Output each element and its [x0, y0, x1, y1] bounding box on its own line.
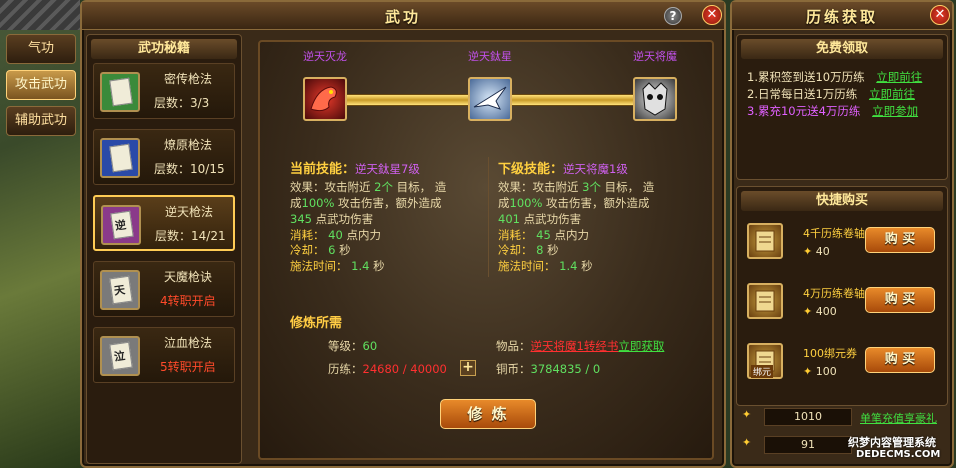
experience-window-title: 历练获取 [805, 8, 878, 26]
quick-buy-panel: 快捷购买 4千历练卷轴 ✦ 40 购 买 4万历练卷轴 ✦ 400 购 买 绑元… [736, 186, 948, 406]
current-skill-cooldown: 冷却： 6 秒 [290, 243, 351, 257]
next-skill-heading: 下级技能：逆天将魔1级 [498, 162, 628, 177]
skill-name: 燎原枪法 [164, 138, 213, 152]
dragon-icon[interactable] [303, 77, 347, 121]
required-copper: 铜币：3784835 / 0 [496, 362, 601, 376]
quick-buy-title: 快捷购买 [741, 191, 943, 211]
watermark-text: 织梦内容管理系统 [848, 436, 936, 449]
skill-name: 泣血枪法 [164, 336, 213, 350]
close-icon[interactable]: ✕ [930, 5, 950, 25]
next-skill-cast: 施法时间： 1.4 秒 [498, 259, 593, 273]
free-claim-text: 2.日常每日送1万历练 [747, 87, 858, 101]
requirements-title: 修炼所需 [290, 316, 343, 331]
required-level: 等级：60 [328, 339, 378, 353]
skill-level: 层数：3/3 [154, 96, 210, 110]
balance-field-1: 1010 [764, 408, 852, 426]
tab-qigong[interactable]: 气功 [6, 34, 76, 64]
free-claim-link[interactable]: 立即前往 [869, 87, 915, 101]
skill-book-panel-title: 武功秘籍 [91, 39, 237, 59]
skill-card[interactable]: 逆 逆天枪法 层数：14/21 [93, 195, 235, 251]
scroll-icon[interactable]: 绑元 [747, 343, 783, 379]
star-bird-icon[interactable] [468, 77, 512, 121]
recharge-gift-link[interactable]: 单笔充值享豪礼 [860, 410, 937, 426]
skills-window-title: 武功 [384, 8, 421, 26]
scroll-icon[interactable] [747, 223, 783, 259]
current-skill-effect-3: 345 点武功伤害 [290, 212, 374, 226]
skill-card[interactable]: 泣 泣血枪法 5转职开启 [93, 327, 235, 383]
item-price: ✦ 100 [803, 365, 837, 378]
skill-book-icon [100, 138, 140, 178]
help-icon[interactable]: ? [664, 7, 682, 25]
skill-unlock-requirement: 5转职开启 [160, 360, 216, 374]
next-skill-cooldown: 冷却： 8 秒 [498, 243, 559, 257]
free-claim-title: 免费领取 [741, 39, 943, 59]
next-skill-cost: 消耗： 45 点内力 [498, 228, 589, 242]
skill-book-icon: 逆 [101, 205, 141, 245]
skill-card[interactable]: 燎原枪法 层数：10/15 [93, 129, 235, 185]
background-roof [0, 0, 80, 30]
free-claim-row: 2.日常每日送1万历练 立即前往 [747, 86, 915, 102]
item-name: 4万历练卷轴 [803, 287, 865, 300]
skill-detail-area: 逆天灭龙 逆天鈦星 逆天将魔 当前技能：逆天鈦星7级 效果：攻击附近 2个 目标… [258, 40, 714, 460]
next-skill-effect-2: 成100% 攻击伤害，额外造成 [498, 196, 650, 210]
skill-unlock-requirement: 4转职开启 [160, 294, 216, 308]
balance-field-2: 91 [764, 436, 852, 454]
buy-button[interactable]: 购 买 [865, 227, 935, 253]
skill-name: 密传枪法 [164, 72, 213, 86]
item-name: 4千历练卷轴 [803, 227, 865, 240]
close-icon[interactable]: ✕ [702, 5, 722, 25]
experience-window: 历练获取 ✕ 免费领取 1.累积签到送10万历练 立即前往 2.日常每日送1万历练… [730, 0, 954, 468]
tab-support-skills[interactable]: 辅助武功 [6, 106, 76, 136]
skill-name: 天魔枪诀 [164, 270, 213, 284]
chain-node-2-title: 逆天鈦星 [468, 50, 512, 63]
chain-node-1-title: 逆天灭龙 [303, 50, 347, 63]
skill-card[interactable]: 密传枪法 层数：3/3 [93, 63, 235, 119]
free-claim-row: 3.累充10元送4万历练 立即参加 [747, 103, 918, 119]
skill-name: 逆天枪法 [165, 205, 214, 219]
skill-divider [488, 157, 489, 277]
buy-button[interactable]: 购 买 [865, 347, 935, 373]
get-item-link[interactable]: 立即获取 [618, 339, 664, 353]
skill-book-panel: 武功秘籍 密传枪法 层数：3/3 燎原枪法 层数：10/15 逆 逆天枪法 层数… [86, 34, 242, 464]
demon-mask-icon[interactable] [633, 77, 677, 121]
skill-book-icon [100, 72, 140, 112]
add-experience-button[interactable]: + [460, 360, 476, 376]
train-button[interactable]: 修 炼 [440, 399, 536, 429]
current-skill-cost: 消耗： 40 点内力 [290, 228, 381, 242]
free-claim-link[interactable]: 立即前往 [876, 70, 922, 84]
required-item: 物品：逆天将魔1转经书立即获取 [496, 339, 665, 353]
item-price: ✦ 40 [803, 245, 830, 258]
item-price: ✦ 400 [803, 305, 837, 318]
free-claim-row: 1.累积签到送10万历练 立即前往 [747, 69, 922, 85]
item-name: 100绑元券 [803, 347, 857, 360]
tab-attack-skills[interactable]: 攻击武功 [6, 70, 76, 100]
next-skill-effect-1: 效果：攻击附近 3个 目标， 造 [498, 180, 655, 194]
free-claim-panel: 免费领取 1.累积签到送10万历练 立即前往 2.日常每日送1万历练 立即前往 3.… [736, 34, 948, 180]
bound-coin-icon: ✦ [742, 436, 752, 449]
current-skill-effect-1: 效果：攻击附近 2个 目标， 造 [290, 180, 447, 194]
next-skill-effect-3: 401 点武功伤害 [498, 212, 582, 226]
required-experience: 历练：24680 / 40000 [328, 362, 447, 376]
current-skill-cast: 施法时间： 1.4 秒 [290, 259, 385, 273]
buy-button[interactable]: 购 买 [865, 287, 935, 313]
skill-book-icon: 泣 [100, 336, 140, 376]
chain-node-3-title: 逆天将魔 [633, 50, 677, 63]
skill-level: 层数：10/15 [154, 162, 225, 176]
free-claim-link[interactable]: 立即参加 [872, 104, 918, 118]
gold-coin-icon: ✦ [742, 408, 752, 421]
experience-titlebar: 历练获取 ✕ [732, 2, 952, 30]
watermark-url: DEDECMS.COM [856, 449, 941, 460]
current-skill-effect-2: 成100% 攻击伤害，额外造成 [290, 196, 442, 210]
skill-level: 层数：14/21 [155, 229, 226, 243]
skill-card[interactable]: 天 天魔枪诀 4转职开启 [93, 261, 235, 317]
skill-book-icon: 天 [100, 270, 140, 310]
current-skill-heading: 当前技能：逆天鈦星7级 [290, 162, 420, 177]
free-claim-text: 1.累积签到送10万历练 [747, 70, 865, 84]
scroll-icon[interactable] [747, 283, 783, 319]
free-claim-text: 3.累充10元送4万历练 [747, 104, 861, 118]
skills-titlebar: 武功 ? ✕ [82, 2, 724, 30]
